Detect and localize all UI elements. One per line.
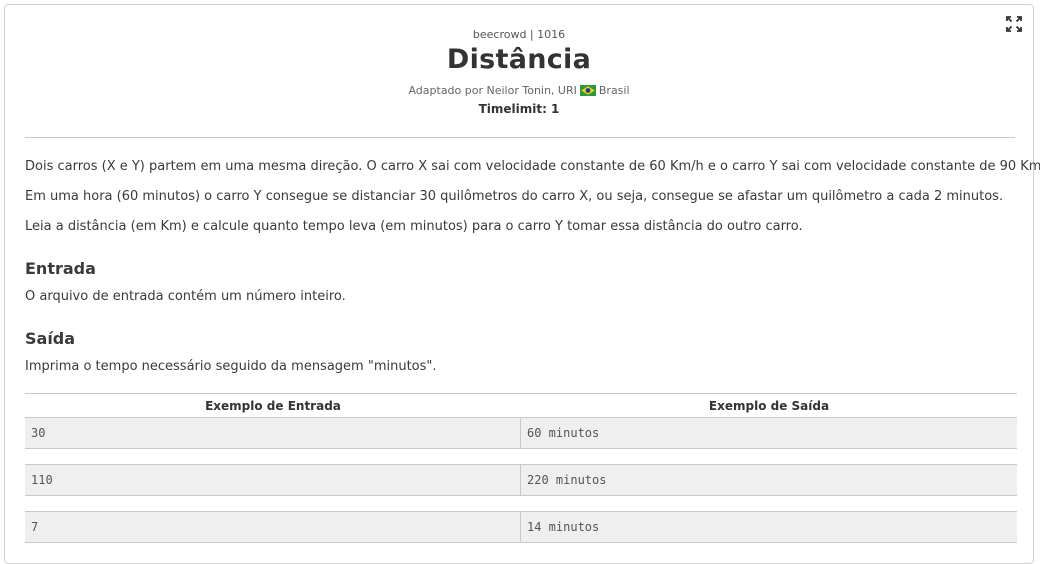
author-line: Adaptado por Neilor Tonin, URI Brasil [5,84,1033,97]
sample-input-cell: 7 [25,512,521,542]
sample-input-cell: 110 [25,465,521,495]
sample-row: 110 220 minutos [25,464,1017,496]
author-text: Adaptado por Neilor Tonin, URI [408,84,577,97]
input-description: O arquivo de entrada contém um número in… [25,289,346,304]
sample-input-header: Exemplo de Entrada [205,398,341,413]
problem-panel: beecrowd | 1016 Distância Adaptado por N… [4,4,1040,564]
samples-table: Exemplo de Entrada Exemplo de Saída 30 6… [25,393,1017,543]
sample-output-header: Exemplo de Saída [708,398,830,413]
sample-row: 30 60 minutos [25,417,1017,449]
output-description: Imprima o tempo necessário seguido da me… [25,359,437,374]
sample-output-cell: 14 minutos [527,520,600,534]
sample-output-cell: 220 minutos [527,473,607,487]
input-heading: Entrada [25,259,96,278]
description-paragraph-1: Dois carros (X e Y) partem em uma mesma … [25,159,1040,174]
sample-row: 7 14 minutos [25,511,1017,543]
page-title: Distância [446,44,592,75]
header-divider [25,137,1015,138]
description-paragraph-2: Em uma hora (60 minutos) o carro Y conse… [25,189,1004,204]
samples-header: Exemplo de Entrada Exemplo de Saída [25,394,1017,418]
output-heading: Saída [25,329,76,348]
problem-source: beecrowd | 1016 [472,28,566,41]
sample-input-cell: 30 [25,418,521,448]
sample-output-cell: 60 minutos [527,426,600,440]
country-text: Brasil [598,84,630,97]
brazil-flag-icon [579,85,596,96]
timelimit: Timelimit: 1 [478,102,560,116]
description-paragraph-3: Leia a distância (em Km) e calcule quant… [25,219,803,234]
